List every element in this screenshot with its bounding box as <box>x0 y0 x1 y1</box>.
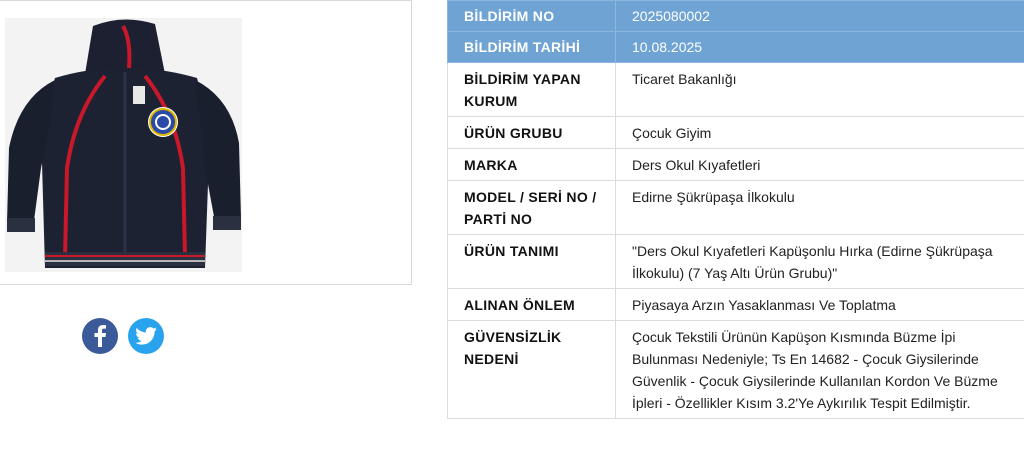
row-label: BİLDİRİM NO <box>447 0 616 32</box>
row-unsafety-reason: GÜVENSİZLİK NEDENİ Çocuk Tekstili Ürünün… <box>447 320 1024 419</box>
row-notification-date: BİLDİRİM TARİHİ 10.08.2025 <box>447 31 1024 63</box>
row-reporting-institution: BİLDİRİM YAPAN KURUM Ticaret Bakanlığı <box>447 62 1024 117</box>
row-value: Piyasaya Arzın Yasaklanması Ve Toplatma <box>615 288 1024 321</box>
row-label: BİLDİRİM TARİHİ <box>447 31 616 63</box>
social-share <box>82 318 164 354</box>
row-value: Ticaret Bakanlığı <box>615 62 1024 117</box>
row-value: Ders Okul Kıyafetleri <box>615 148 1024 181</box>
facebook-share-button[interactable] <box>82 318 118 354</box>
row-label: ALINAN ÖNLEM <box>447 288 616 321</box>
twitter-share-button[interactable] <box>128 318 164 354</box>
row-value: 10.08.2025 <box>615 31 1024 63</box>
product-image-frame <box>0 0 412 285</box>
row-value: Çocuk Tekstili Ürünün Kapüşon Kısmında B… <box>615 320 1024 419</box>
row-label: MARKA <box>447 148 616 181</box>
row-value: Edirne Şükrüpaşa İlkokulu <box>615 180 1024 235</box>
row-value: "Ders Okul Kıyafetleri Kapüşonlu Hırka (… <box>615 234 1024 289</box>
row-label: ÜRÜN TANIMI <box>447 234 616 289</box>
row-brand: MARKA Ders Okul Kıyafetleri <box>447 148 1024 181</box>
row-model-serial-batch: MODEL / SERİ NO / PARTİ NO Edirne Şükrüp… <box>447 180 1024 235</box>
twitter-icon <box>135 327 157 345</box>
row-measure-taken: ALINAN ÖNLEM Piyasaya Arzın Yasaklanması… <box>447 288 1024 321</box>
row-product-group: ÜRÜN GRUBU Çocuk Giyim <box>447 116 1024 149</box>
row-value: Çocuk Giyim <box>615 116 1024 149</box>
facebook-icon <box>94 325 106 347</box>
row-notification-no: BİLDİRİM NO 2025080002 <box>447 0 1024 32</box>
row-label: MODEL / SERİ NO / PARTİ NO <box>447 180 616 235</box>
row-label: BİLDİRİM YAPAN KURUM <box>447 62 616 117</box>
row-product-description: ÜRÜN TANIMI "Ders Okul Kıyafetleri Kapüş… <box>447 234 1024 289</box>
row-label: ÜRÜN GRUBU <box>447 116 616 149</box>
row-label: GÜVENSİZLİK NEDENİ <box>447 320 616 419</box>
row-value: 2025080002 <box>615 0 1024 32</box>
product-photo <box>5 18 242 272</box>
notification-details-table: BİLDİRİM NO 2025080002 BİLDİRİM TARİHİ 1… <box>447 0 1024 419</box>
